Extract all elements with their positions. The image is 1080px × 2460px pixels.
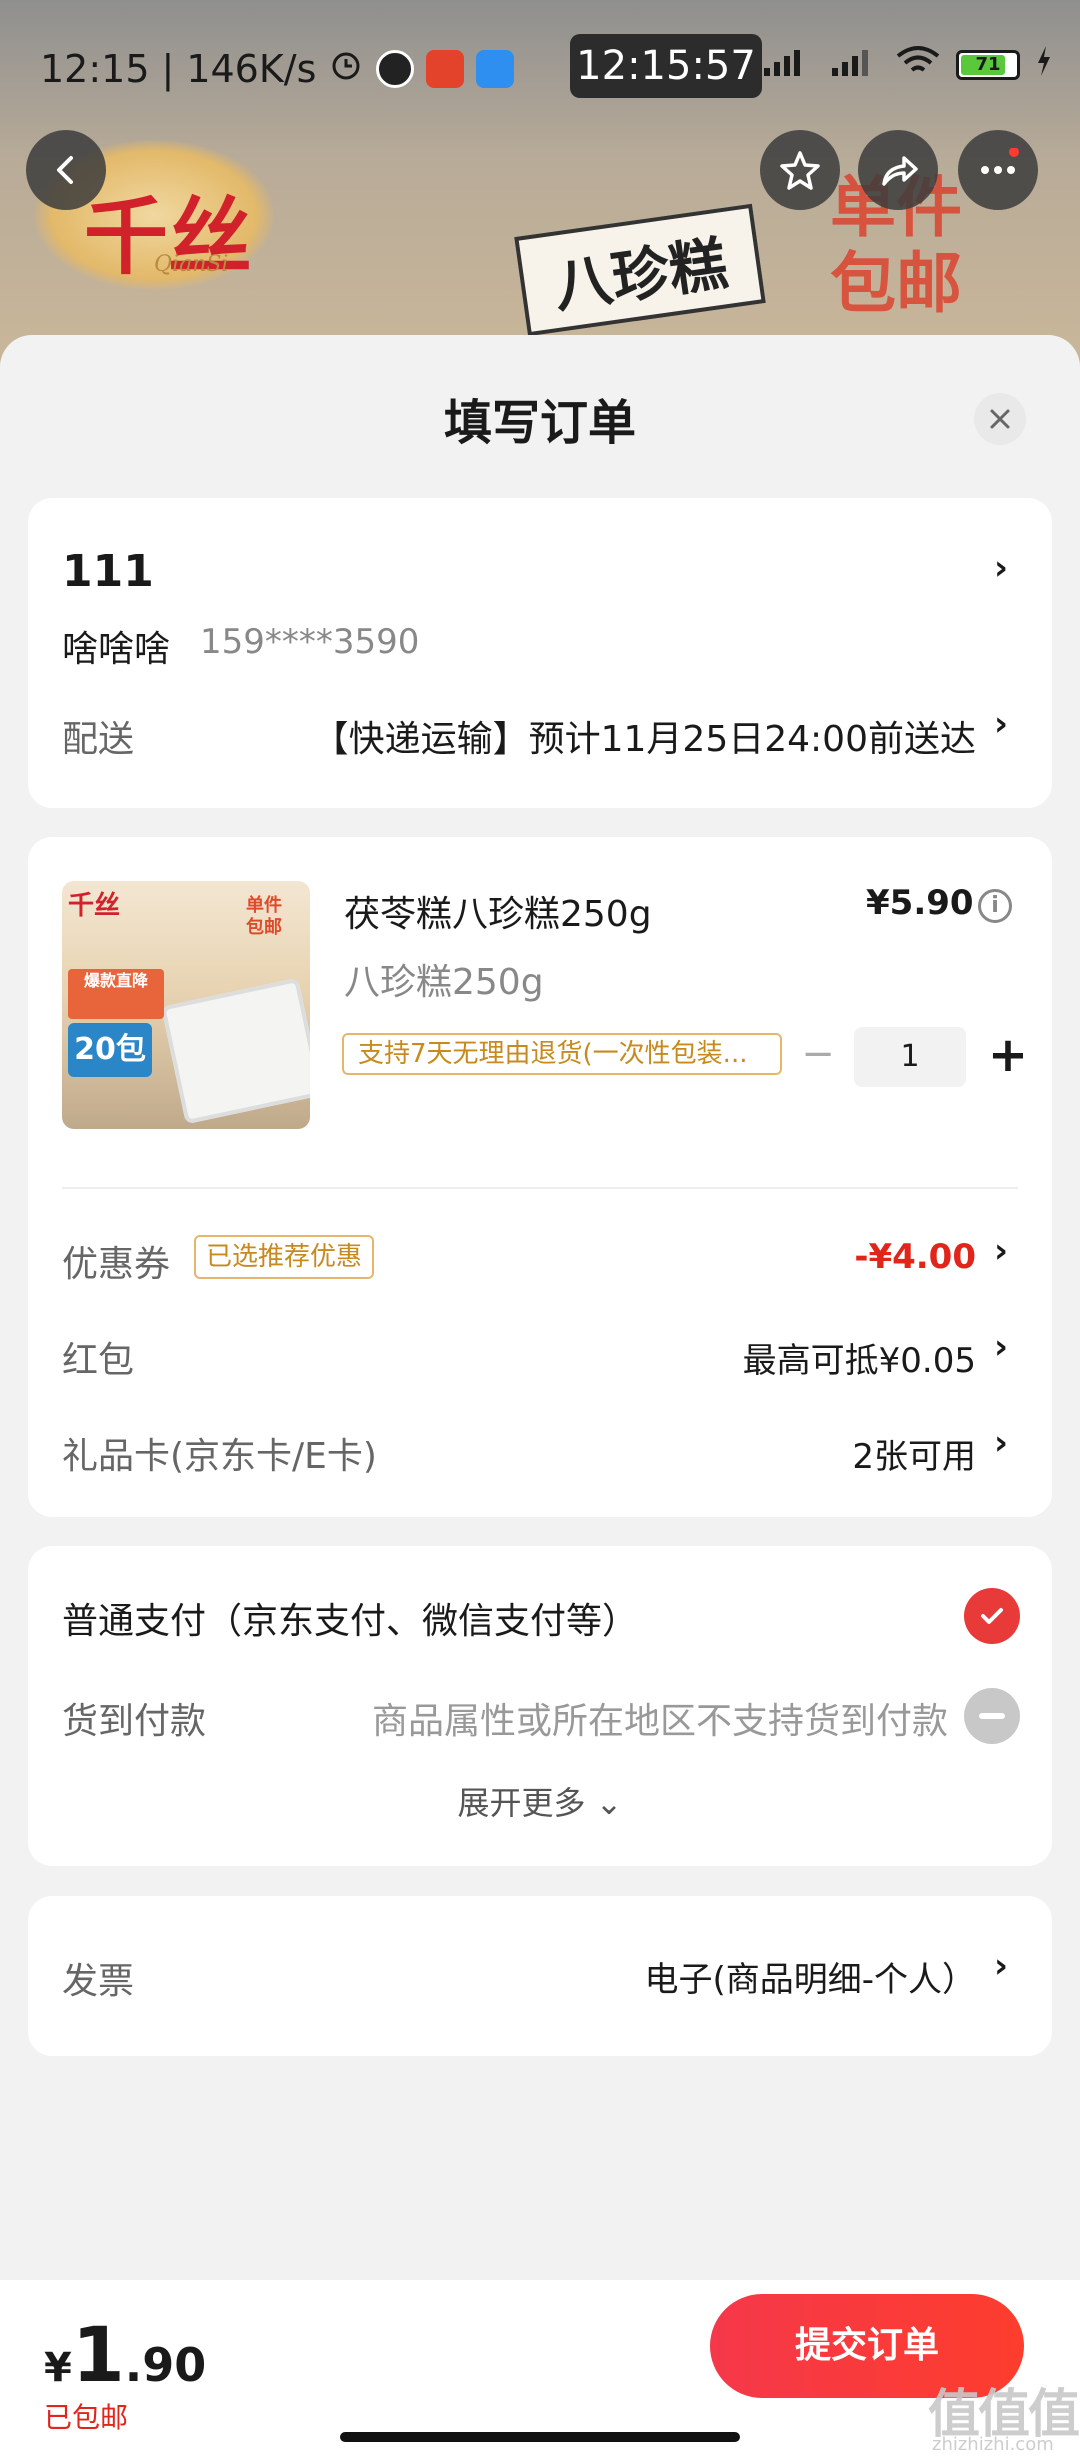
recipient-name: 啥啥啥 [62, 629, 171, 670]
app-notification-icon [426, 49, 465, 88]
share-button[interactable] [858, 130, 938, 210]
shipping-value: 【快递运输】预计11月25日24:00前送达 [312, 719, 976, 760]
status-right: 71 [760, 44, 1052, 85]
product-price: ¥5.90 [866, 883, 974, 923]
product-image-cake [161, 977, 310, 1125]
chevron-right-icon: › [994, 548, 1009, 588]
app-notification-icon [476, 49, 515, 88]
product-box-label: 八珍糕 [514, 203, 766, 337]
product-name: 茯苓糕八珍糕250g [344, 894, 652, 935]
battery-percent: 71 [975, 53, 1001, 75]
chevron-right-icon: › [994, 1231, 1009, 1271]
payment-disabled-icon [964, 1688, 1020, 1744]
promo-stamp-line2: 包邮 [830, 245, 962, 322]
product-image-count-tag: 20包 [68, 1023, 152, 1077]
shipping-label: 配送 [62, 719, 135, 760]
back-button[interactable] [26, 130, 106, 210]
quantity-increase-button[interactable]: + [980, 1029, 1036, 1085]
total-price: ¥1.90 [44, 2310, 206, 2399]
more-button[interactable] [958, 130, 1038, 210]
chevron-right-icon: › [994, 1423, 1009, 1463]
clock-overlay: 12:15:57 [570, 34, 762, 98]
chevron-right-icon: › [994, 1946, 1009, 1986]
star-icon [780, 151, 820, 190]
payment-normal-label[interactable]: 普通支付（京东支付、微信支付等） [62, 1592, 638, 1644]
payment-cod-note: 商品属性或所在地区不支持货到付款 [371, 1701, 948, 1742]
chevron-right-icon: › [994, 704, 1009, 744]
invoice-value: 电子(商品明细-个人） [644, 1960, 976, 2000]
payment-card: 普通支付（京东支付、微信支付等） 货到付款 商品属性或所在地区不支持货到付款 展… [28, 1546, 1052, 1866]
home-indicator[interactable] [340, 2432, 740, 2442]
total-decimal: .90 [124, 2338, 207, 2392]
coupon-chip: 已选推荐优惠 [194, 1235, 375, 1279]
share-icon [882, 156, 918, 186]
expand-more-button[interactable]: 展开更多 ⌄ [28, 1778, 1052, 1824]
quantity-input[interactable]: 1 [854, 1027, 966, 1087]
address-card[interactable]: 111 › 啥啥啥 159****3590 配送 【快递运输】预计11月25日2… [28, 498, 1052, 808]
redpacket-value[interactable]: 最高可抵¥0.05 [743, 1333, 976, 1382]
watermark-url: zhizhizhi.com [932, 2434, 1054, 2455]
signal-icon [828, 44, 880, 85]
giftcard-value[interactable]: 2张可用 [852, 1429, 976, 1478]
return-policy-tag[interactable]: 支持7天无理由退货(一次性包装... [342, 1033, 782, 1075]
giftcard-label: 礼品卡(京东卡/E卡) [62, 1436, 377, 1477]
status-bar: 12:15 | 146K/s 12:15:57 71 [0, 30, 1080, 110]
close-icon [990, 409, 1010, 429]
alarm-icon [328, 46, 364, 91]
product-image-stamp: 单件包邮 [246, 895, 282, 938]
status-time: 12:15 [40, 46, 150, 91]
status-speed: 146K/s [186, 46, 317, 91]
product-image-logo: 千丝 [68, 891, 121, 921]
coupon-label: 优惠券 [62, 1244, 171, 1285]
currency-symbol: ¥ [44, 2345, 72, 2391]
payment-cod-label: 货到付款 [62, 1701, 207, 1742]
more-dots-icon [981, 148, 1019, 174]
signal-icon [760, 44, 812, 85]
chevron-right-icon: › [994, 1327, 1009, 1367]
divider [62, 1187, 1018, 1189]
status-divider: | [161, 46, 175, 91]
wifi-icon [896, 44, 940, 85]
payment-selected-check[interactable] [964, 1588, 1020, 1644]
info-icon[interactable]: i [978, 889, 1012, 923]
brand-logo-subtext: QianSi [154, 252, 229, 277]
free-shipping-label: 已包邮 [44, 2401, 129, 2434]
product-spec: 八珍糕250g [344, 962, 544, 1003]
favorite-button[interactable] [760, 130, 840, 210]
check-icon [981, 1608, 1003, 1624]
app-notification-icon [376, 49, 415, 88]
status-left: 12:15 | 146K/s [40, 46, 515, 91]
invoice-card[interactable]: 发票 电子(商品明细-个人） › [28, 1896, 1052, 2056]
product-image-tag: 爆款直降 [68, 969, 164, 1019]
chevron-left-icon [57, 156, 73, 184]
charging-icon [1036, 46, 1052, 83]
sheet-title: 填写订单 [443, 395, 636, 451]
invoice-label: 发票 [62, 1961, 135, 2002]
quantity-decrease-button[interactable]: − [798, 1034, 838, 1077]
product-card: 千丝 单件包邮 爆款直降 20包 茯苓糕八珍糕250g ¥5.90 i 八珍糕2… [28, 837, 1052, 1517]
address-title: 111 [62, 546, 154, 597]
battery-icon: 71 [956, 49, 1020, 80]
redpacket-label: 红包 [62, 1340, 135, 1381]
order-sheet: 填写订单 111 › 啥啥啥 159****3590 配送 【快递运输】预计11… [0, 335, 1080, 2460]
recipient-phone: 159****3590 [200, 622, 420, 662]
total-integer: 1 [71, 2310, 125, 2399]
coupon-value[interactable]: -¥4.00 [854, 1237, 976, 1277]
close-button[interactable] [974, 393, 1026, 445]
product-image[interactable]: 千丝 单件包邮 爆款直降 20包 [62, 881, 310, 1129]
